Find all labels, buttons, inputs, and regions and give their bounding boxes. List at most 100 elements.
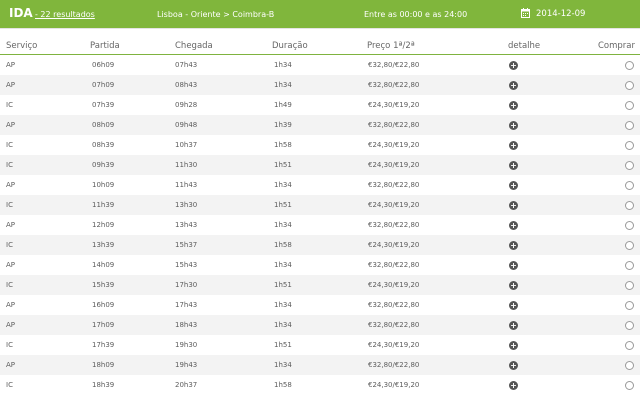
plus-circle-icon[interactable]: +	[509, 321, 518, 330]
price-cell: €24,30/€19,20	[368, 281, 420, 289]
plus-circle-icon[interactable]: +	[509, 161, 518, 170]
price-cell: €24,30/€19,20	[368, 141, 420, 149]
departure-cell: 18h39	[92, 381, 115, 389]
table-row: IC 09h39 11h30 1h51 €24,30/€19,20 +	[0, 155, 640, 175]
plus-circle-icon[interactable]: +	[509, 221, 518, 230]
table-row: IC 17h39 19h30 1h51 €24,30/€19,20 +	[0, 335, 640, 355]
plus-circle-icon[interactable]: +	[509, 101, 518, 110]
buy-radio-button[interactable]	[625, 341, 634, 350]
plus-circle-icon[interactable]: +	[509, 261, 518, 270]
buy-radio-button[interactable]	[625, 381, 634, 390]
duration-cell: 1h39	[274, 121, 292, 129]
arrival-cell: 17h43	[175, 301, 198, 309]
departure-cell: 17h09	[92, 321, 115, 329]
time-range-label: Entre as 00:00 e as 24:00	[364, 10, 468, 19]
buy-radio-button[interactable]	[625, 61, 634, 70]
price-cell: €32,80/€22,80	[368, 301, 420, 309]
departure-cell: 10h09	[92, 181, 115, 189]
header-divider	[0, 28, 640, 29]
buy-radio-button[interactable]	[625, 181, 634, 190]
buy-radio-button[interactable]	[625, 321, 634, 330]
duration-cell: 1h58	[274, 241, 292, 249]
plus-circle-icon[interactable]: +	[509, 141, 518, 150]
table-row: AP 18h09 19h43 1h34 €32,80/€22,80 +	[0, 355, 640, 375]
plus-circle-icon[interactable]: +	[509, 361, 518, 370]
plus-circle-icon[interactable]: +	[509, 241, 518, 250]
plus-circle-icon[interactable]: +	[509, 301, 518, 310]
service-cell: AP	[6, 221, 16, 229]
plus-circle-icon[interactable]: +	[509, 61, 518, 70]
table-row: AP 08h09 09h48 1h39 €32,80/€22,80 +	[0, 115, 640, 135]
buy-radio-button[interactable]	[625, 201, 634, 210]
buy-radio-button[interactable]	[625, 121, 634, 130]
buy-radio-button[interactable]	[625, 221, 634, 230]
service-cell: IC	[6, 101, 13, 109]
table-row: AP 07h09 08h43 1h34 €32,80/€22,80 +	[0, 75, 640, 95]
route-label: Lisboa - Oriente > Coimbra-B	[157, 10, 275, 19]
departure-cell: 06h09	[92, 61, 115, 69]
departure-cell: 09h39	[92, 161, 115, 169]
arrival-cell: 15h37	[175, 241, 198, 249]
plus-circle-icon[interactable]: +	[509, 181, 518, 190]
direction-title: IDA	[9, 6, 33, 20]
price-cell: €24,30/€19,20	[368, 101, 420, 109]
duration-cell: 1h58	[274, 141, 292, 149]
plus-circle-icon[interactable]: +	[509, 81, 518, 90]
plus-circle-icon[interactable]: +	[509, 201, 518, 210]
buy-radio-button[interactable]	[625, 101, 634, 110]
column-header-detail: detalhe	[508, 41, 541, 51]
service-cell: IC	[6, 201, 13, 209]
service-cell: IC	[6, 161, 13, 169]
duration-cell: 1h34	[274, 81, 292, 89]
buy-radio-button[interactable]	[625, 261, 634, 270]
arrival-cell: 19h43	[175, 361, 198, 369]
buy-radio-button[interactable]	[625, 81, 634, 90]
departure-cell: 11h39	[92, 201, 115, 209]
price-cell: €32,80/€22,80	[368, 221, 420, 229]
results-count-link[interactable]: - 22 resultados	[35, 10, 95, 19]
table-row: AP 12h09 13h43 1h34 €32,80/€22,80 +	[0, 215, 640, 235]
travel-date: 2014-12-09	[536, 9, 586, 19]
table-row: IC 07h39 09h28 1h49 €24,30/€19,20 +	[0, 95, 640, 115]
arrival-cell: 10h37	[175, 141, 198, 149]
service-cell: AP	[6, 81, 16, 89]
service-cell: AP	[6, 121, 16, 129]
arrival-cell: 09h48	[175, 121, 198, 129]
plus-circle-icon[interactable]: +	[509, 341, 518, 350]
arrival-cell: 18h43	[175, 321, 198, 329]
plus-circle-icon[interactable]: +	[509, 381, 518, 390]
service-cell: IC	[6, 141, 13, 149]
departure-cell: 17h39	[92, 341, 115, 349]
calendar-icon	[521, 8, 530, 18]
price-cell: €24,30/€19,20	[368, 161, 420, 169]
plus-circle-icon[interactable]: +	[509, 121, 518, 130]
service-cell: AP	[6, 61, 16, 69]
price-cell: €32,80/€22,80	[368, 81, 420, 89]
buy-radio-button[interactable]	[625, 161, 634, 170]
departure-cell: 07h09	[92, 81, 115, 89]
column-header-price: Preço 1ª/2ª	[367, 41, 415, 51]
results-header-bar: IDA - 22 resultados Lisboa - Oriente > C…	[0, 0, 640, 28]
buy-radio-button[interactable]	[625, 281, 634, 290]
table-row: IC 11h39 13h30 1h51 €24,30/€19,20 +	[0, 195, 640, 215]
duration-cell: 1h51	[274, 161, 292, 169]
arrival-cell: 15h43	[175, 261, 198, 269]
duration-cell: 1h34	[274, 61, 292, 69]
service-cell: AP	[6, 181, 16, 189]
arrival-cell: 19h30	[175, 341, 198, 349]
arrival-cell: 17h30	[175, 281, 198, 289]
arrival-cell: 11h43	[175, 181, 198, 189]
price-cell: €32,80/€22,80	[368, 361, 420, 369]
price-cell: €24,30/€19,20	[368, 381, 420, 389]
duration-cell: 1h58	[274, 381, 292, 389]
plus-circle-icon[interactable]: +	[509, 281, 518, 290]
departure-cell: 16h09	[92, 301, 115, 309]
buy-radio-button[interactable]	[625, 301, 634, 310]
buy-radio-button[interactable]	[625, 141, 634, 150]
service-cell: IC	[6, 241, 13, 249]
buy-radio-button[interactable]	[625, 241, 634, 250]
duration-cell: 1h49	[274, 101, 292, 109]
buy-radio-button[interactable]	[625, 361, 634, 370]
duration-cell: 1h34	[274, 301, 292, 309]
departure-cell: 15h39	[92, 281, 115, 289]
